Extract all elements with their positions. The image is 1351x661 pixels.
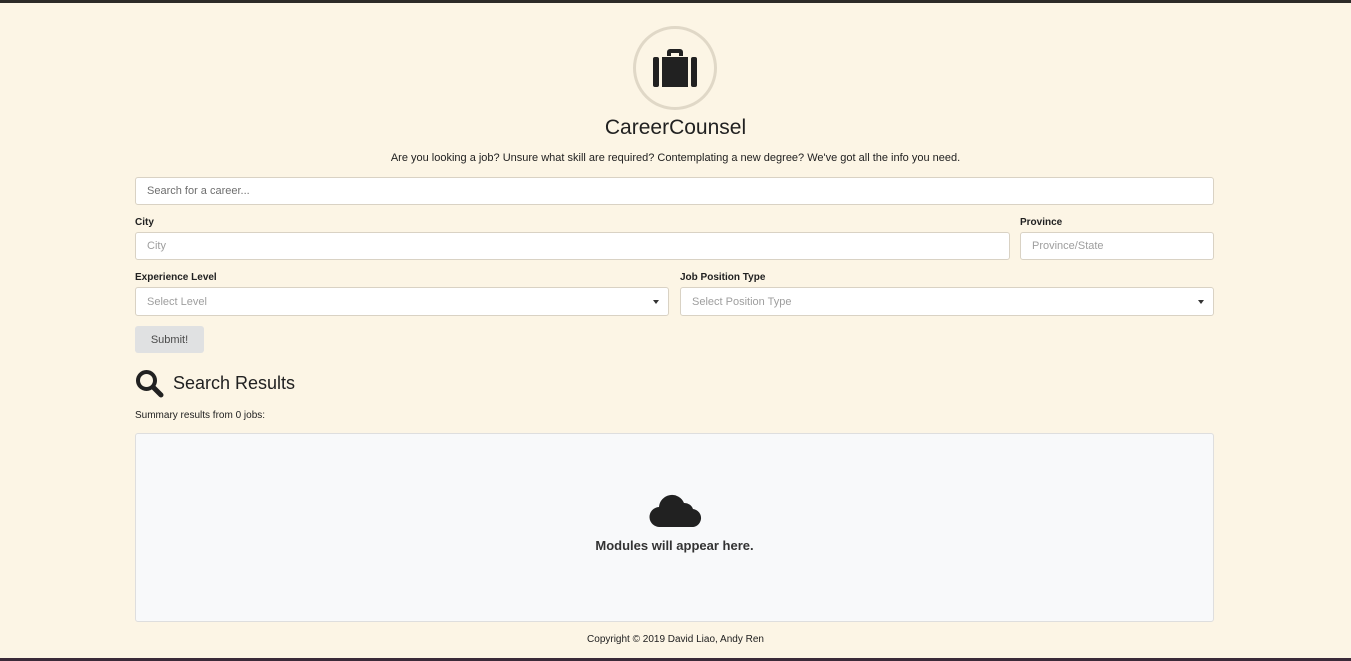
app-title: CareerCounsel	[604, 116, 747, 139]
logo	[633, 26, 717, 110]
tagline: Are you looking a job? Unsure what skill…	[390, 152, 961, 164]
position-type-value: Select Position Type	[692, 295, 792, 308]
province-label: Province	[1020, 217, 1063, 228]
results-summary: Summary results from 0 jobs:	[135, 410, 266, 421]
position-type-label: Job Position Type	[680, 272, 766, 283]
results-title: Search Results	[173, 373, 296, 393]
experience-level-label: Experience Level	[135, 272, 217, 283]
city-label: City	[135, 217, 154, 228]
cloud-icon	[649, 494, 702, 528]
search-icon	[136, 370, 164, 398]
results-header: Search Results	[135, 369, 295, 398]
city-input[interactable]	[135, 232, 1010, 260]
modules-placeholder-panel: Modules will appear here.	[135, 433, 1214, 622]
briefcase-icon	[653, 49, 697, 87]
dropdown-caret-icon	[653, 300, 659, 304]
top-border	[0, 0, 1351, 3]
position-type-select[interactable]: Select Position Type	[680, 287, 1214, 316]
career-search-input[interactable]	[135, 177, 1214, 205]
modules-placeholder-text: Modules will appear here.	[595, 538, 754, 553]
experience-level-value: Select Level	[147, 295, 207, 308]
dropdown-caret-icon	[1198, 300, 1204, 304]
province-input[interactable]	[1020, 232, 1214, 260]
experience-level-select[interactable]: Select Level	[135, 287, 669, 316]
submit-button[interactable]: Submit!	[135, 326, 204, 353]
footer-copyright: Copyright © 2019 David Liao, Andy Ren	[587, 634, 764, 645]
